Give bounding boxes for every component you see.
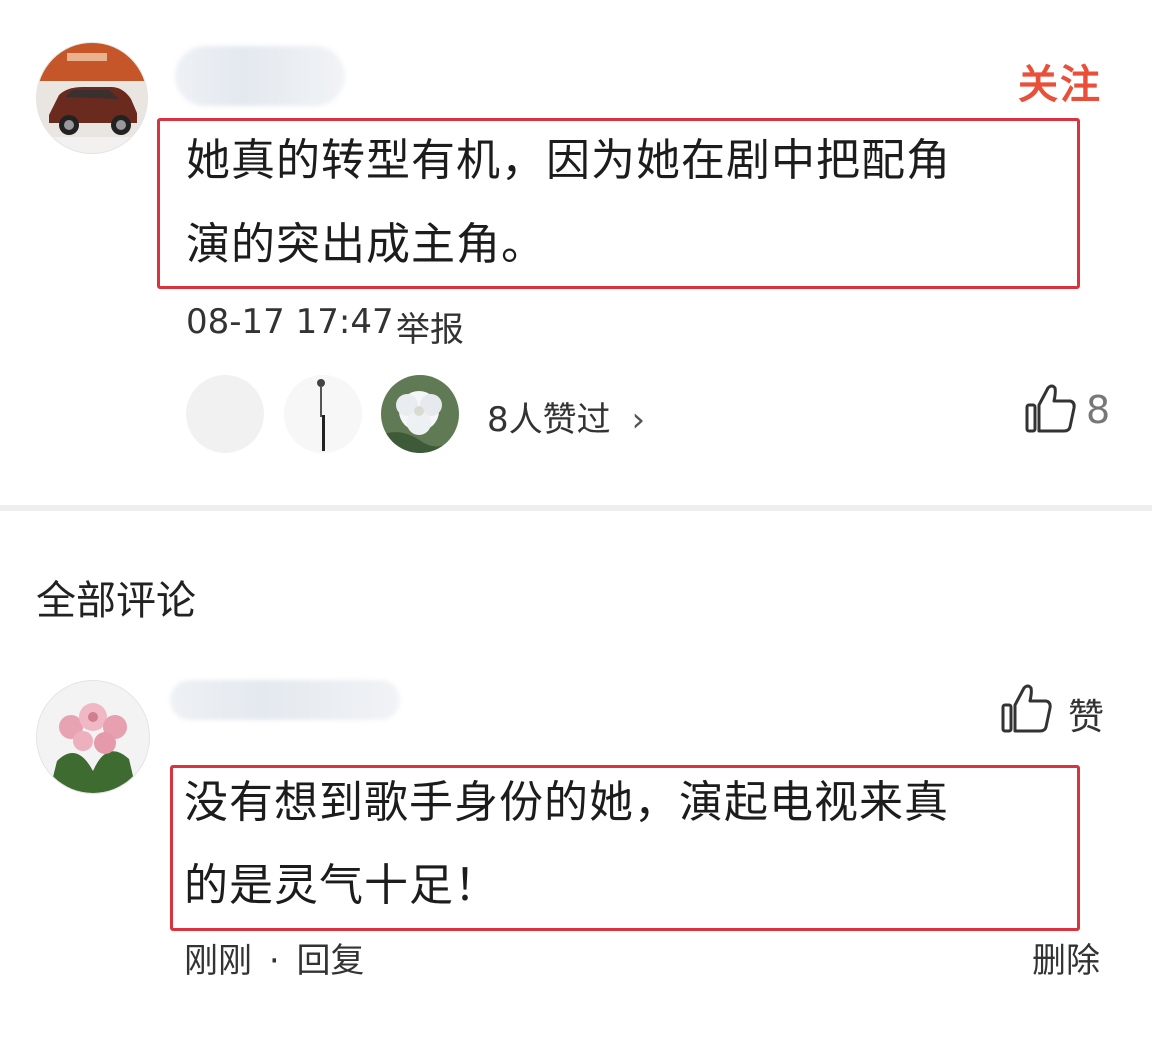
user-avatar[interactable] <box>36 42 148 154</box>
username-blurred[interactable] <box>175 46 345 106</box>
like-button[interactable]: 8 <box>1024 382 1114 438</box>
liker-avatar[interactable] <box>381 375 459 453</box>
comment-text-line-2: 演的突出成主角。 <box>186 219 546 270</box>
comment-timestamp: 08-17 17:47 <box>186 302 394 342</box>
section-divider <box>0 505 1152 511</box>
figure-avatar-image <box>284 375 362 453</box>
car-avatar-image <box>37 43 147 153</box>
rose-avatar-image <box>37 681 149 793</box>
comment-text-line-2: 的是灵气十足！ <box>184 860 499 911</box>
like-label: 赞 <box>1068 697 1105 738</box>
username-blurred[interactable] <box>170 680 400 720</box>
comment-text-line-1: 她真的转型有机，因为她在剧中把配角 <box>186 135 951 186</box>
follow-button[interactable]: 关注 <box>1018 52 1102 110</box>
flower-avatar-image <box>381 375 459 453</box>
like-button[interactable]: 赞 <box>1000 682 1112 738</box>
comment-text-line-1: 没有想到歌手身份的她，演起电视来真 <box>184 777 949 828</box>
thumbs-up-icon <box>1025 384 1076 433</box>
comment-time: 刚刚 <box>184 941 252 981</box>
all-comments-title: 全部评论 <box>36 578 196 624</box>
likers-count-link[interactable]: 8人赞过 › <box>487 392 645 441</box>
liker-avatar[interactable] <box>284 375 362 453</box>
delete-link[interactable]: 删除 <box>1032 933 1100 982</box>
user-avatar[interactable] <box>36 680 150 794</box>
likers-count-label: 8人赞过 <box>487 400 611 440</box>
reply-link[interactable]: 回复 <box>296 941 364 981</box>
liker-avatar[interactable] <box>186 375 264 453</box>
thumbs-up-icon <box>1001 684 1052 733</box>
like-count: 8 <box>1086 388 1111 432</box>
separator-dot: · <box>268 941 280 981</box>
reply-meta: 刚刚 · 回复 <box>184 933 364 982</box>
chevron-right-icon: › <box>631 400 646 440</box>
report-link[interactable]: 举报 <box>396 302 464 351</box>
